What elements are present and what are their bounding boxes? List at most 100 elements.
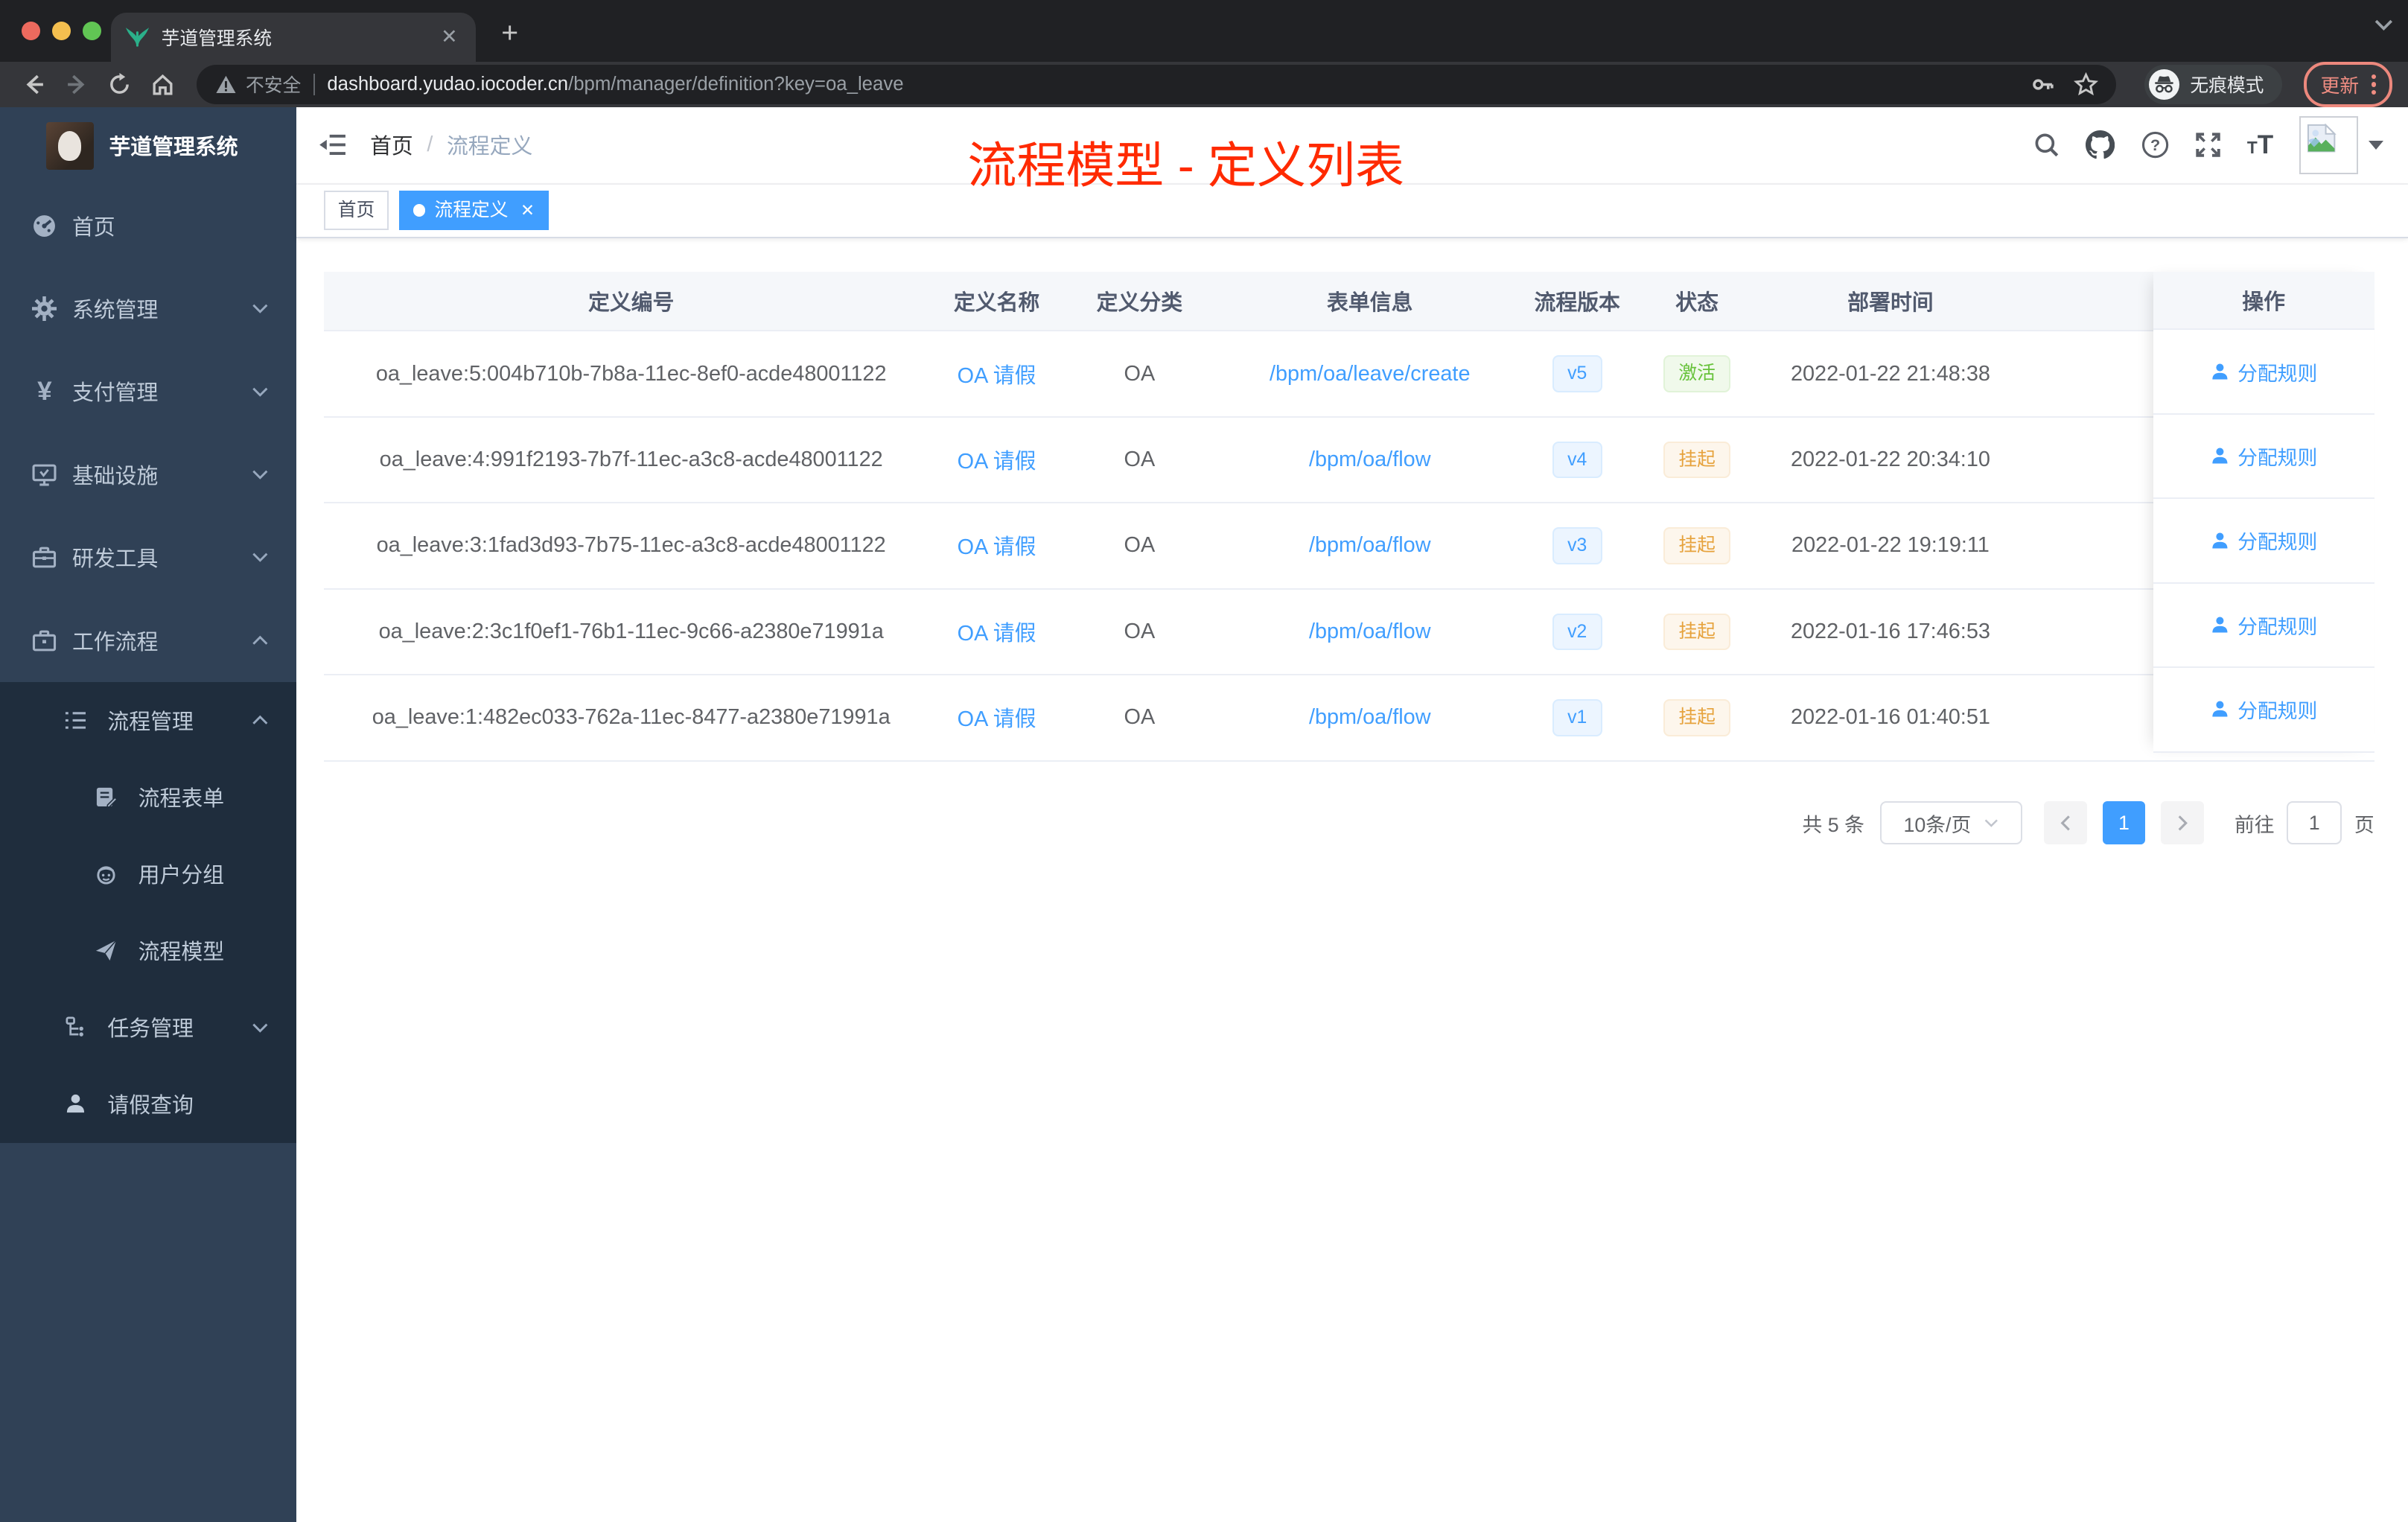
form-link[interactable]: /bpm/oa/flow xyxy=(1309,533,1431,557)
user-icon xyxy=(2212,617,2228,633)
url-text[interactable]: dashboard.yudao.iocoder.cn/bpm/manager/d… xyxy=(327,74,2018,95)
col-header-definition-name: 定义名称 xyxy=(953,290,1040,315)
tab-close-icon[interactable]: ✕ xyxy=(438,25,461,48)
forward-button[interactable] xyxy=(58,66,95,104)
page-size-select[interactable]: 10条/页 xyxy=(1879,801,2023,844)
font-size-icon[interactable]: TT xyxy=(2247,130,2273,160)
sidebar-toggle-icon[interactable] xyxy=(319,133,345,156)
sidebar-item-user-group[interactable]: 用户分组 xyxy=(0,835,296,912)
svg-text:?: ? xyxy=(2150,136,2159,154)
form-link[interactable]: /bpm/oa/flow xyxy=(1309,705,1431,729)
sidebar: 芋道管理系统 首页 系统管理 ¥ 支付管理 基础设施 研发工具 工作流程 流程管… xyxy=(0,107,297,1522)
breadcrumb-separator: / xyxy=(427,133,433,157)
yen-icon: ¥ xyxy=(37,376,52,406)
sidebar-item-process-model[interactable]: 流程模型 xyxy=(0,912,296,989)
breadcrumb-home[interactable]: 首页 xyxy=(370,130,413,160)
assign-rule-link[interactable]: 分配规则 xyxy=(2153,668,2374,753)
table-row: oa_leave:2:3c1f0ef1-76b1-11ec-9c66-a2380… xyxy=(324,589,2374,676)
sidebar-item-devtools[interactable]: 研发工具 xyxy=(0,516,296,599)
github-icon[interactable] xyxy=(2086,130,2115,159)
sidebar-item-workflow[interactable]: 工作流程 xyxy=(0,599,296,681)
chevron-left-icon xyxy=(2060,815,2070,831)
sidebar-item-label: 用户分组 xyxy=(138,864,225,888)
warning-triangle-icon xyxy=(216,75,236,94)
url-bar[interactable]: 不安全 dashboard.yudao.iocoder.cn/bpm/manag… xyxy=(197,64,2117,105)
cell-deploy-time: 2022-01-16 01:40:51 xyxy=(1790,705,1990,730)
sidebar-item-infra[interactable]: 基础设施 xyxy=(0,433,296,516)
definition-name-link[interactable]: OA 请假 xyxy=(958,450,1036,474)
form-link[interactable]: /bpm/oa/flow xyxy=(1309,448,1431,471)
page-unit-label: 页 xyxy=(2354,813,2374,836)
definition-name-link[interactable]: OA 请假 xyxy=(958,364,1036,388)
tag-home[interactable]: 首页 xyxy=(324,190,389,231)
bookmark-star-icon[interactable] xyxy=(2073,71,2098,97)
form-link[interactable]: /bpm/oa/leave/create xyxy=(1270,362,1471,386)
definition-name-link[interactable]: OA 请假 xyxy=(958,622,1036,646)
chevron-down-icon xyxy=(252,469,269,480)
definition-name-link[interactable]: OA 请假 xyxy=(958,707,1036,731)
version-badge: v5 xyxy=(1552,355,1602,392)
assign-rule-link[interactable]: 分配规则 xyxy=(2153,499,2374,584)
browser-toolbar: 不安全 dashboard.yudao.iocoder.cn/bpm/manag… xyxy=(0,61,2408,108)
goto-page-input[interactable] xyxy=(2287,801,2342,844)
status-badge: 挂起 xyxy=(1663,613,1731,651)
sidebar-item-label: 基础设施 xyxy=(71,464,159,488)
tag-close-icon[interactable]: ✕ xyxy=(520,192,535,229)
content-area: 定义编号 定义名称 定义分类 表单信息 流程版本 状态 部署时间 oa_leav… xyxy=(296,238,2408,1522)
assign-rule-link[interactable]: 分配规则 xyxy=(2153,330,2374,415)
form-icon xyxy=(92,786,120,809)
sidebar-item-home[interactable]: 首页 xyxy=(0,185,296,267)
security-warning[interactable]: 不安全 xyxy=(215,71,301,98)
cell-category: OA xyxy=(1124,705,1156,730)
current-page-button[interactable]: 1 xyxy=(2102,801,2146,844)
tab-search-chevron-icon[interactable] xyxy=(2374,19,2393,31)
col-header-operation: 操作 xyxy=(2153,272,2374,331)
list-icon xyxy=(62,709,89,732)
browser-update-button[interactable]: 更新 xyxy=(2304,61,2393,108)
cell-category: OA xyxy=(1124,533,1156,558)
annotation-title: 流程模型 - 定义列表 xyxy=(967,138,1405,194)
assign-rule-link[interactable]: 分配规则 xyxy=(2153,584,2374,669)
avatar[interactable] xyxy=(2299,115,2358,175)
browser-menu-icon[interactable] xyxy=(2371,74,2376,95)
next-page-button[interactable] xyxy=(2160,801,2204,844)
new-tab-button[interactable]: + xyxy=(488,13,532,56)
version-badge: v2 xyxy=(1552,613,1602,651)
col-header-status: 状态 xyxy=(1675,290,1719,315)
maximize-window-button[interactable] xyxy=(83,21,102,40)
definition-name-link[interactable]: OA 请假 xyxy=(958,535,1036,559)
sidebar-item-process-mgmt[interactable]: 流程管理 xyxy=(0,682,296,759)
cell-definition-id: oa_leave:2:3c1f0ef1-76b1-11ec-9c66-a2380… xyxy=(378,619,884,643)
user-avatar-menu[interactable] xyxy=(2299,115,2383,175)
sidebar-item-payment[interactable]: ¥ 支付管理 xyxy=(0,350,296,433)
prev-page-button[interactable] xyxy=(2044,801,2087,844)
browser-tab[interactable]: 芋道管理系统 ✕ xyxy=(110,12,477,62)
fullscreen-icon[interactable] xyxy=(2195,132,2221,158)
cell-definition-id: oa_leave:5:004b710b-7b8a-11ec-8ef0-acde4… xyxy=(375,361,887,386)
sidebar-item-system[interactable]: 系统管理 xyxy=(0,267,296,350)
sidebar-item-process-form[interactable]: 流程表单 xyxy=(0,759,296,835)
form-link[interactable]: /bpm/oa/flow xyxy=(1309,620,1431,643)
version-badge: v4 xyxy=(1552,441,1602,479)
app-navbar: 首页 / 流程定义 流程模型 - 定义列表 ? TT xyxy=(296,107,2408,193)
status-badge: 挂起 xyxy=(1663,527,1731,564)
tag-process-definition[interactable]: 流程定义 ✕ xyxy=(399,190,549,231)
search-icon[interactable] xyxy=(2033,132,2060,158)
home-button[interactable] xyxy=(144,66,182,104)
help-icon[interactable]: ? xyxy=(2141,131,2169,159)
assign-rule-link[interactable]: 分配规则 xyxy=(2153,415,2374,500)
reload-button[interactable] xyxy=(101,66,138,104)
window-controls[interactable] xyxy=(21,21,102,40)
chevron-down-icon xyxy=(252,386,269,397)
sidebar-item-leave-query[interactable]: 请假查询 xyxy=(0,1066,296,1142)
sidebar-item-label: 研发工具 xyxy=(71,547,159,572)
minimize-window-button[interactable] xyxy=(52,21,71,40)
close-window-button[interactable] xyxy=(21,21,40,40)
col-header-deploy-time: 部署时间 xyxy=(1847,290,1934,315)
password-key-icon[interactable] xyxy=(2030,72,2055,97)
sidebar-item-task-mgmt[interactable]: 任务管理 xyxy=(0,989,296,1066)
tree-icon xyxy=(62,1016,89,1039)
incognito-label: 无痕模式 xyxy=(2190,76,2264,97)
cell-definition-id: oa_leave:3:1fad3d93-7b75-11ec-a3c8-acde4… xyxy=(376,533,886,558)
back-button[interactable] xyxy=(16,66,53,104)
